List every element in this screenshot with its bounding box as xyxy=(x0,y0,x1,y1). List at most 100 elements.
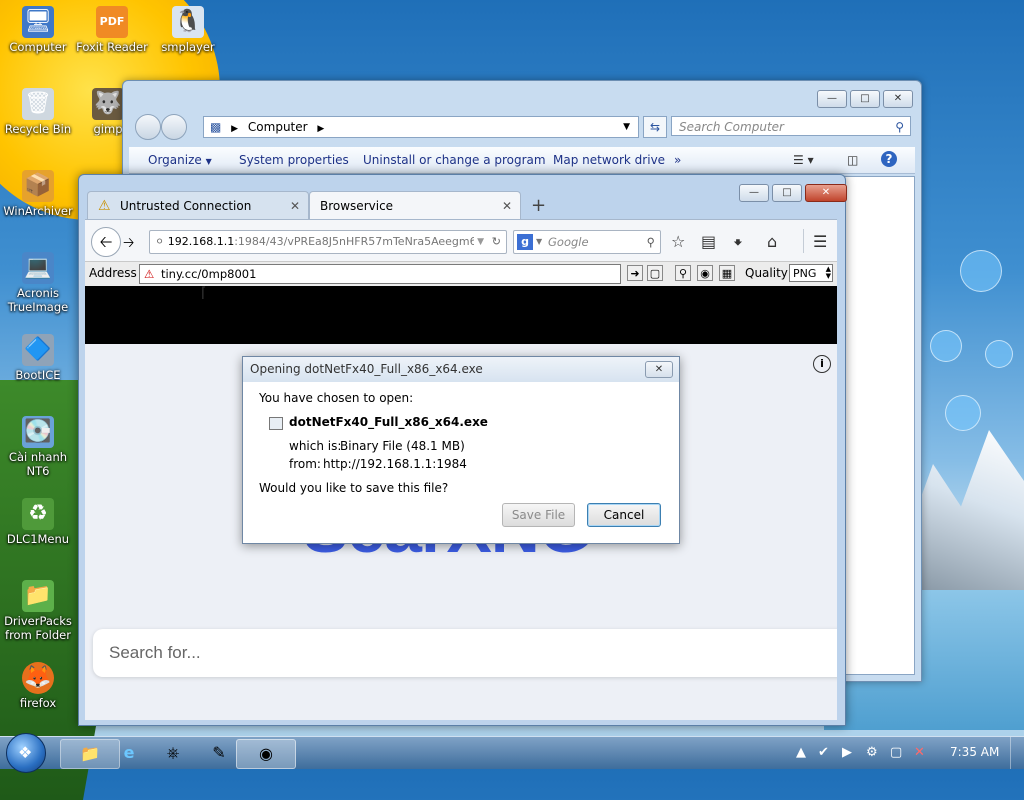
close-button[interactable]: ✕ xyxy=(883,90,913,108)
desktop-icon-bootice[interactable]: 🔷 BootICE xyxy=(0,334,76,382)
explorer-search-placeholder: Search Computer xyxy=(679,120,784,134)
forward-button[interactable]: 🡢 xyxy=(123,232,134,256)
desktop-icon-label: Recycle Bin xyxy=(4,122,72,136)
smplayer-icon: 🐧 xyxy=(172,6,204,38)
more-commands-button[interactable]: » xyxy=(674,153,681,167)
address-input[interactable]: ⚠ tiny.cc/0mp8001 xyxy=(139,264,621,284)
bootice-icon: 🔷 xyxy=(22,334,54,366)
tray-network-icon[interactable]: ▲ xyxy=(796,745,806,760)
clock[interactable]: 7:35 AM xyxy=(950,745,999,759)
maximize-button[interactable]: □ xyxy=(772,184,802,202)
chevron-down-icon: ▼ xyxy=(536,237,543,246)
reload-icon[interactable]: ↻ xyxy=(491,231,501,253)
tray-volume-muted-icon[interactable]: ✕ xyxy=(914,745,925,760)
wallpaper-bubble xyxy=(930,330,962,362)
address-value: tiny.cc/0mp8001 xyxy=(160,267,257,281)
go-arrow-icon[interactable]: ➜ xyxy=(627,265,643,281)
map-network-drive-button[interactable]: Map network drive xyxy=(553,153,665,167)
tray-media-icon[interactable]: ▶ xyxy=(842,745,852,760)
search-input[interactable]: Search for... xyxy=(93,629,837,677)
uninstall-program-button[interactable]: Uninstall or change a program xyxy=(363,153,546,167)
maximize-button[interactable]: □ xyxy=(850,90,880,108)
show-desktop-button[interactable] xyxy=(1010,737,1024,769)
find-icon[interactable]: ⚲ xyxy=(675,265,691,281)
file-icon xyxy=(269,417,283,430)
taskbar-firefox-button[interactable]: ◉ xyxy=(236,739,296,769)
info-icon[interactable]: i xyxy=(813,355,831,373)
url-bar[interactable]: ⚪ 192.168.1.1:1984/43/vPREa8J5nHFR57mTeN… xyxy=(149,230,507,254)
search-engine-box[interactable]: g ▼ Google ⚲ xyxy=(513,230,661,254)
bookmark-star-icon[interactable]: ☆ xyxy=(671,232,685,251)
which-is-label: which is: xyxy=(289,439,342,453)
organize-menu[interactable]: Organize ▼ xyxy=(148,153,212,167)
search-engine-placeholder: Google xyxy=(548,235,589,249)
tray-tool-icon[interactable]: ⚙ xyxy=(866,745,878,760)
desktop-icon-label: Computer xyxy=(9,40,67,54)
desktop-icon-winarchiver[interactable]: 📦 WinArchiver xyxy=(0,170,76,218)
refresh-button[interactable]: ⇆ xyxy=(643,116,667,138)
tray-security-icon[interactable]: ✔ xyxy=(818,745,829,760)
back-button[interactable]: 🡠 xyxy=(91,227,121,257)
address-label: Address xyxy=(89,266,137,280)
close-button[interactable]: ✕ xyxy=(805,184,847,202)
download-icon[interactable]: 🠻 xyxy=(733,232,743,259)
organize-label: Organize xyxy=(148,153,202,167)
dialog-close-button[interactable]: ✕ xyxy=(645,361,673,378)
browser-window-controls: — □ ✕ xyxy=(739,184,847,202)
dropdown-icon[interactable]: ▼ xyxy=(474,231,484,253)
warning-icon: ⚠ xyxy=(98,198,111,214)
help-icon[interactable]: ? xyxy=(881,151,897,167)
recycle-bin-icon: 🗑 xyxy=(22,88,54,120)
clipboard-icon[interactable]: ▦ xyxy=(719,265,735,281)
file-type-value: Binary File (48.1 MB) xyxy=(340,439,465,453)
explorer-address-bar[interactable]: ▩ ▶ Computer ▶ ▼ xyxy=(203,116,639,138)
breadcrumb-computer[interactable]: Computer xyxy=(248,120,308,134)
quality-select[interactable]: PNG ▲ ▼ xyxy=(789,264,833,282)
preview-pane-icon[interactable]: ◫ xyxy=(847,153,858,167)
browservice-toolbar: Address ⚠ tiny.cc/0mp8001 ➜ ▢ ⚲ ◉ ▦ Qual… xyxy=(85,261,837,287)
minimize-button[interactable]: — xyxy=(817,90,847,108)
search-icon: ⚲ xyxy=(895,120,904,134)
desktop-icon-driverpacks[interactable]: 📁 DriverPacks from Folder xyxy=(0,580,76,642)
close-tab-icon[interactable]: ✕ xyxy=(290,192,300,220)
tray-display-icon[interactable]: ▢ xyxy=(890,745,902,760)
view-options-icon[interactable]: ☰ ▾ xyxy=(793,153,814,167)
desktop-icon-dlc1menu[interactable]: ♻ DLC1Menu xyxy=(0,498,76,546)
search-icon[interactable]: ⚲ xyxy=(647,231,655,253)
desktop-icon-cai-nhanh[interactable]: 💽 Cài nhanh NT6 xyxy=(0,416,76,478)
close-tab-icon[interactable]: ✕ xyxy=(502,192,512,220)
system-properties-button[interactable]: System properties xyxy=(239,153,349,167)
desktop-icon-firefox[interactable]: 🦊 firefox xyxy=(0,662,76,710)
taskbar: ❖ 📁 e ⎈ ✎ ◉ ▲ ✔ ▶ ⚙ ▢ ✕ 7:35 AM xyxy=(0,733,1024,773)
desktop-icon-acronis[interactable]: 💻 Acronis TrueImage xyxy=(0,252,76,314)
menu-icon[interactable]: ☰ xyxy=(813,232,827,251)
desktop-icon-computer[interactable]: 🖥 Computer xyxy=(0,6,76,54)
cancel-button[interactable]: Cancel xyxy=(587,503,661,527)
start-button[interactable]: ❖ xyxy=(6,733,46,773)
binoculars-icon[interactable]: ◉ xyxy=(697,265,713,281)
dialog-filename: dotNetFx40_Full_x86_x64.exe xyxy=(289,415,488,429)
tab-untrusted-connection[interactable]: ⚠ Untrusted Connection ✕ xyxy=(87,191,309,219)
desktop-icon-label: DriverPacks from Folder xyxy=(4,614,72,642)
desktop-icon-smplayer[interactable]: 🐧 smplayer xyxy=(150,6,226,54)
back-button[interactable] xyxy=(135,114,161,140)
driverpacks-icon: 📁 xyxy=(22,580,54,612)
forward-button[interactable] xyxy=(161,114,187,140)
archive-icon: 📦 xyxy=(22,170,54,202)
tab-label: Browservice xyxy=(320,199,394,213)
save-file-button[interactable]: Save File xyxy=(502,503,575,527)
dropdown-icon[interactable]: ▼ xyxy=(623,117,630,137)
bookmark-icon[interactable]: ▢ xyxy=(647,265,663,281)
from-label: from: xyxy=(289,457,321,471)
bookmarks-list-icon[interactable]: ▤ xyxy=(701,232,716,251)
url-path: :1984/43/vPREa8J5nHFR57mTeNra5Aeegm6l xyxy=(234,235,480,248)
desktop-icon-foxit-reader[interactable]: PDF Foxit Reader xyxy=(74,6,150,54)
toolbar-divider xyxy=(803,229,804,253)
explorer-search-input[interactable]: Search Computer ⚲ xyxy=(671,116,911,136)
gimp-icon: 🐺 xyxy=(92,88,124,120)
tab-browservice[interactable]: Browservice ✕ xyxy=(309,191,521,219)
home-icon[interactable]: ⌂ xyxy=(767,232,777,251)
desktop-icon-recycle-bin[interactable]: 🗑 Recycle Bin xyxy=(0,88,76,136)
new-tab-button[interactable]: + xyxy=(531,195,546,216)
minimize-button[interactable]: — xyxy=(739,184,769,202)
